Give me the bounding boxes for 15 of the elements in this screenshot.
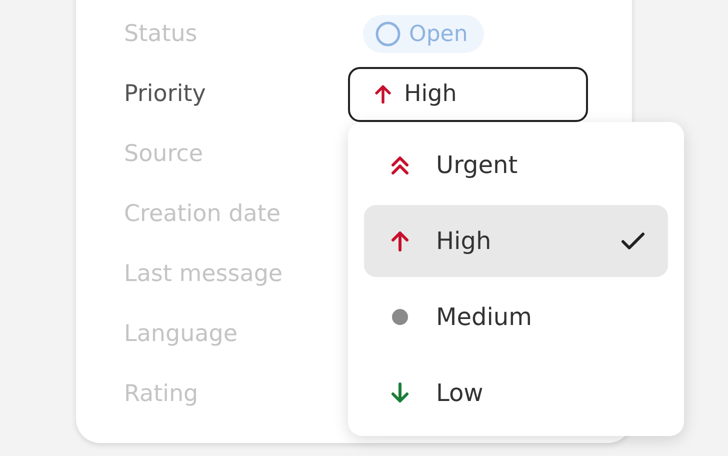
priority-option[interactable]: Urgent (364, 129, 668, 201)
priority-option[interactable]: High (364, 205, 668, 277)
priority-option[interactable]: Low (364, 357, 668, 429)
field-label: Priority (124, 81, 207, 107)
field-label: Last message (124, 261, 284, 287)
priority-option[interactable]: Medium (364, 281, 668, 353)
field-label: Creation date (124, 201, 282, 227)
field-label: Language (124, 321, 239, 347)
field-label: Status (124, 21, 198, 47)
field-label: Source (124, 141, 204, 167)
circle-icon (375, 21, 401, 47)
priority-select[interactable]: High (348, 66, 588, 122)
field-label: Rating (124, 381, 200, 407)
status-badge: Open (363, 15, 484, 53)
arrow-up-icon (372, 83, 394, 105)
